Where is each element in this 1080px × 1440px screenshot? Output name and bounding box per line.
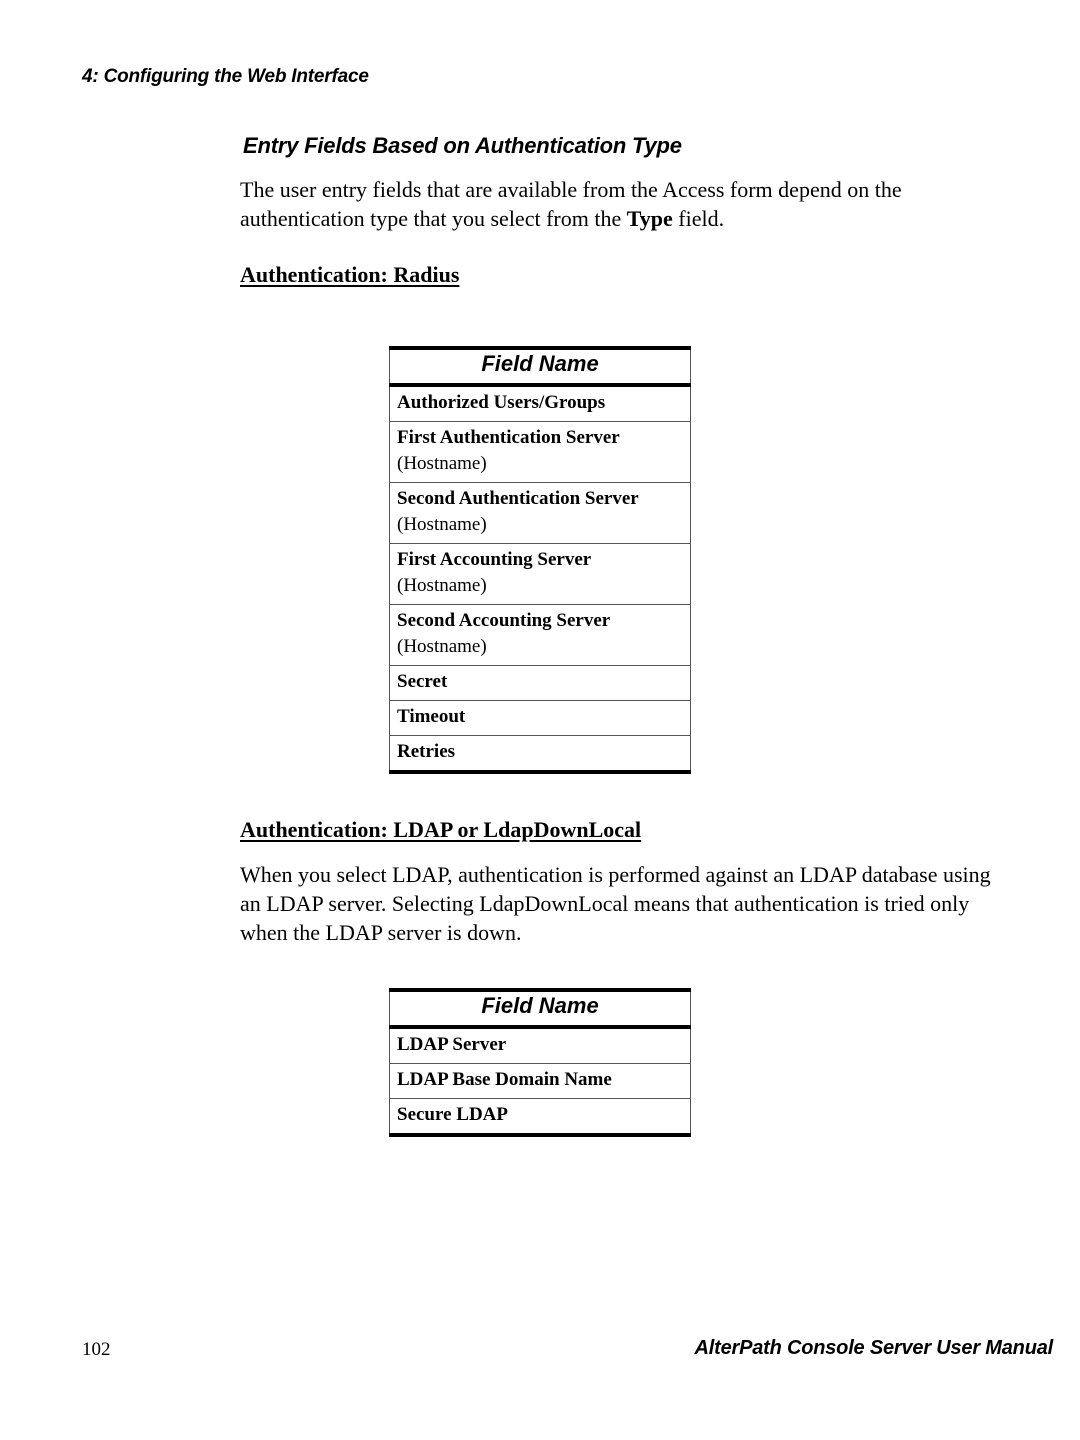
table-header-field-name: Field Name	[389, 346, 691, 387]
running-head: 4: Configuring the Web Interface	[82, 66, 369, 87]
field-name: Second Accounting Server	[397, 610, 611, 631]
field-note: (Hostname)	[397, 453, 487, 474]
table-row: Authorized Users/Groups	[389, 384, 691, 422]
table-header-row: Field Name	[389, 346, 691, 387]
radius-fields-table: Field Name Authorized Users/Groups First…	[389, 346, 691, 774]
field-name: LDAP Base Domain Name	[397, 1069, 612, 1090]
intro-text-end: field.	[672, 206, 725, 231]
field-name: Retries	[397, 741, 456, 762]
table-row: LDAP Base Domain Name	[389, 1063, 691, 1099]
table-cell: Second Authentication Server (Hostname)	[389, 482, 691, 544]
ldap-fields-table: Field Name LDAP Server LDAP Base Domain …	[389, 988, 691, 1137]
table-cell: Authorized Users/Groups	[389, 384, 691, 422]
field-name: First Accounting Server	[397, 549, 592, 570]
intro-bold-term: Type	[626, 206, 673, 231]
ldap-paragraph: When you select LDAP, authentication is …	[240, 862, 991, 945]
table-row: Second Authentication Server (Hostname)	[389, 482, 691, 544]
table-cell: Timeout	[389, 700, 691, 736]
table-cell: Retries	[389, 735, 691, 774]
table-cell: Second Accounting Server (Hostname)	[389, 604, 691, 666]
table-cell: First Authentication Server (Hostname)	[389, 421, 691, 483]
field-name: First Authentication Server	[397, 427, 620, 448]
table-cell: Secure LDAP	[389, 1098, 691, 1137]
table-row: Secure LDAP	[389, 1098, 691, 1137]
table-header-row: Field Name	[389, 988, 691, 1029]
page-number: 102	[82, 1339, 111, 1360]
intro-text: The user entry fields that are available…	[240, 177, 902, 231]
table-row: Retries	[389, 735, 691, 774]
table-row: Timeout	[389, 700, 691, 736]
field-name: Authorized Users/Groups	[397, 392, 606, 413]
intro-paragraph: The user entry fields that are available…	[240, 175, 1000, 233]
field-note: (Hostname)	[397, 636, 487, 657]
table-row: LDAP Server	[389, 1026, 691, 1064]
table-cell: Secret	[389, 665, 691, 701]
ldap-heading: Authentication: LDAP or LdapDownLocal	[240, 817, 642, 842]
table-row: Secret	[389, 665, 691, 701]
field-name: Secret	[397, 671, 448, 692]
table-cell: First Accounting Server (Hostname)	[389, 543, 691, 605]
book-title: AlterPath Console Server User Manual	[694, 1337, 1054, 1359]
section-title: Entry Fields Based on Authentication Typ…	[243, 133, 682, 158]
field-note: (Hostname)	[397, 514, 487, 535]
field-note: (Hostname)	[397, 575, 487, 596]
table-row: First Accounting Server (Hostname)	[389, 543, 691, 605]
field-name: LDAP Server	[397, 1034, 507, 1055]
table-cell: LDAP Server	[389, 1026, 691, 1064]
table-row: First Authentication Server (Hostname)	[389, 421, 691, 483]
table-cell: LDAP Base Domain Name	[389, 1063, 691, 1099]
field-name: Second Authentication Server	[397, 488, 639, 509]
table-row: Second Accounting Server (Hostname)	[389, 604, 691, 666]
field-name: Secure LDAP	[397, 1104, 508, 1125]
radius-heading: Authentication: Radius	[240, 262, 460, 287]
field-name: Timeout	[397, 706, 466, 727]
table-header-field-name: Field Name	[389, 988, 691, 1029]
